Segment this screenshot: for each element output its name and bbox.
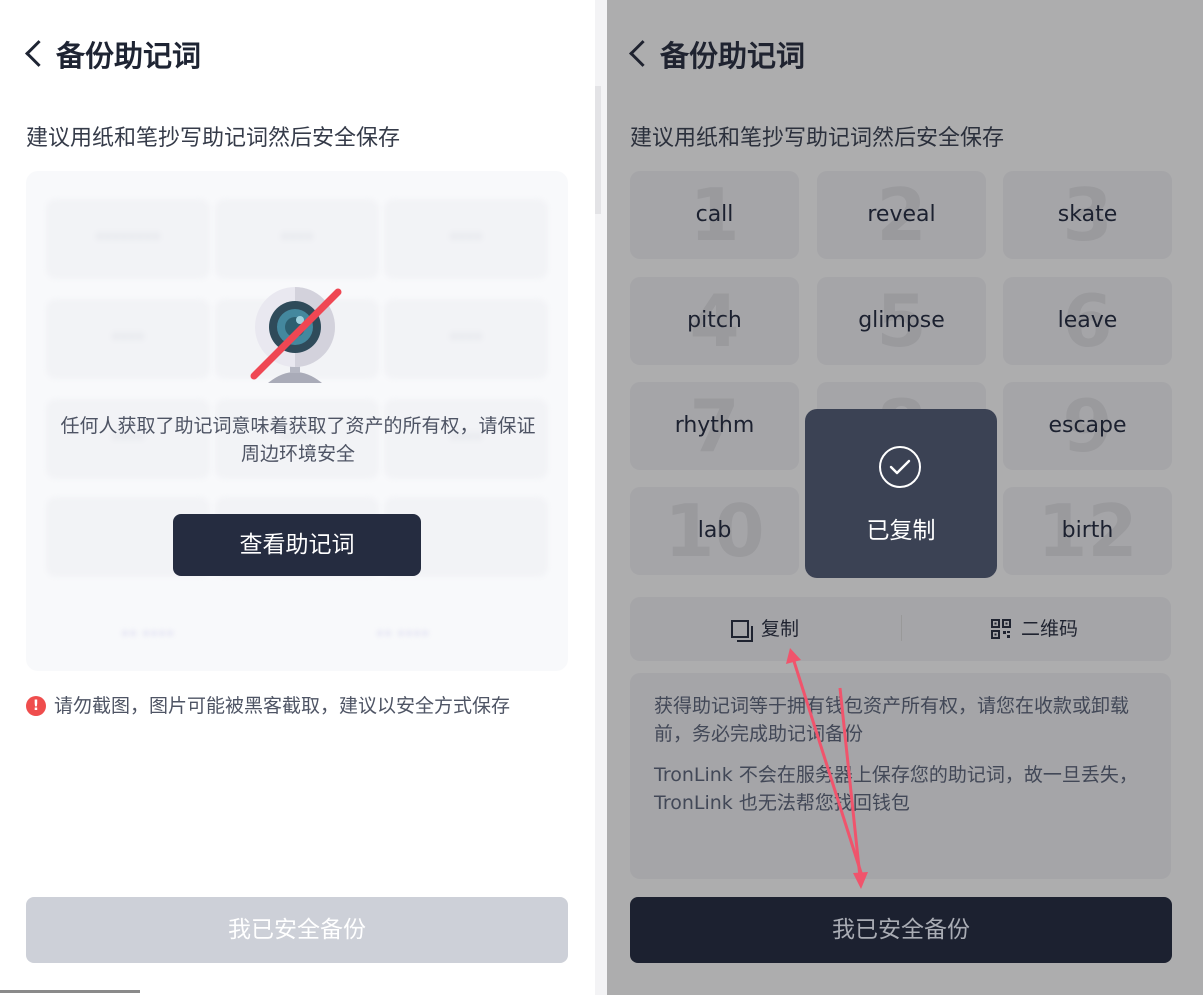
- mnemonic-word: leave: [1057, 308, 1118, 333]
- toast-text: 已复制: [866, 518, 936, 544]
- page-subtitle: 建议用纸和笔抄写助记词然后安全保存: [630, 126, 1005, 151]
- blurred-word: ********: [96, 229, 160, 248]
- mnemonic-word: reveal: [867, 202, 936, 227]
- mnemonic-word: pitch: [687, 308, 742, 333]
- qr-code-button[interactable]: 二维码: [1021, 597, 1078, 661]
- security-warning-text: 任何人获取了助记词意味着获取了资产的所有权，请保证周边环境安全: [60, 415, 536, 465]
- mnemonic-word-cell: 2 reveal: [817, 171, 986, 259]
- blurred-copy-link: ** ****: [121, 626, 175, 645]
- page-title: 备份助记词: [660, 39, 806, 73]
- back-arrow-icon[interactable]: [25, 40, 52, 67]
- screenshot-warning: ! 请勿截图，图片可能被黑客截取，建议以安全方式保存: [26, 693, 586, 719]
- blurred-word-cell: ********: [46, 199, 210, 279]
- blurred-word: ****: [281, 229, 313, 248]
- blurred-word-cell: ****: [215, 199, 379, 279]
- blurred-qr-link: ** ****: [376, 626, 430, 645]
- mnemonic-word-cell: 6 leave: [1003, 277, 1172, 365]
- copy-button[interactable]: 复制: [761, 597, 799, 661]
- confirm-backup-button-disabled[interactable]: 我已安全备份: [26, 897, 568, 963]
- notice-text-1: 获得助记词等于拥有钱包资产所有权，请您在收款或卸载前，务必完成助记词备份: [654, 695, 1130, 745]
- copied-toast: 已复制: [805, 409, 997, 578]
- copy-icon[interactable]: [731, 620, 753, 642]
- back-arrow-icon[interactable]: [629, 40, 656, 67]
- page-subtitle: 建议用纸和笔抄写助记词然后安全保存: [26, 126, 401, 151]
- view-mnemonic-button[interactable]: 查看助记词: [173, 514, 421, 576]
- panel-divider: [595, 0, 607, 995]
- mnemonic-word-cell: 7 rhythm: [630, 382, 799, 470]
- blurred-word: ****: [450, 229, 482, 248]
- screenshot-warning-text: 请勿截图，图片可能被黑客截取，建议以安全方式保存: [54, 695, 511, 717]
- mnemonic-word: skate: [1057, 202, 1118, 227]
- alert-icon: !: [26, 696, 46, 716]
- notice-box: 获得助记词等于拥有钱包资产所有权，请您在收款或卸载前，务必完成助记词备份 Tro…: [630, 673, 1171, 879]
- divider: [901, 615, 902, 641]
- mnemonic-word-cell: 4 pitch: [630, 277, 799, 365]
- check-circle-icon: [879, 446, 921, 488]
- notice-text-2: TronLink 不会在服务器上保存您的助记词，故一旦丢失，TronLink 也…: [654, 764, 1138, 814]
- mnemonic-word: lab: [697, 518, 732, 543]
- mnemonic-word: escape: [1048, 413, 1127, 438]
- mnemonic-word-cell: 10 lab: [630, 487, 799, 575]
- mnemonic-word: birth: [1061, 518, 1114, 543]
- right-screen-revealed: 备份助记词 建议用纸和笔抄写助记词然后安全保存 1 call 2 reveal 3 ska…: [607, 0, 1203, 995]
- mnemonic-word: call: [695, 202, 734, 227]
- confirm-backup-button[interactable]: 我已安全备份: [630, 897, 1172, 963]
- blurred-word: ****: [450, 329, 482, 348]
- left-screen: 备份助记词 建议用纸和笔抄写助记词然后安全保存 ******** **** ****…: [0, 0, 595, 995]
- mnemonic-word: rhythm: [674, 413, 755, 438]
- blurred-word-cell: ****: [384, 199, 548, 279]
- action-bar: 复制 二维码: [630, 597, 1171, 661]
- blurred-word-cell: ****: [46, 299, 210, 379]
- mnemonic-word-cell: 3 skate: [1003, 171, 1172, 259]
- blurred-word-cell: ****: [384, 299, 548, 379]
- mnemonic-word-cell: 9 escape: [1003, 382, 1172, 470]
- camera-off-icon: [250, 287, 342, 383]
- bottom-edge-line: [0, 990, 140, 993]
- page-title: 备份助记词: [56, 39, 202, 73]
- mnemonic-word-cell: 1 call: [630, 171, 799, 259]
- qr-code-icon[interactable]: [991, 619, 1011, 639]
- mnemonic-word: glimpse: [858, 308, 945, 333]
- blurred-word: ****: [112, 329, 144, 348]
- mnemonic-word-cell: 12 birth: [1003, 487, 1172, 575]
- mnemonic-word-cell: 5 glimpse: [817, 277, 986, 365]
